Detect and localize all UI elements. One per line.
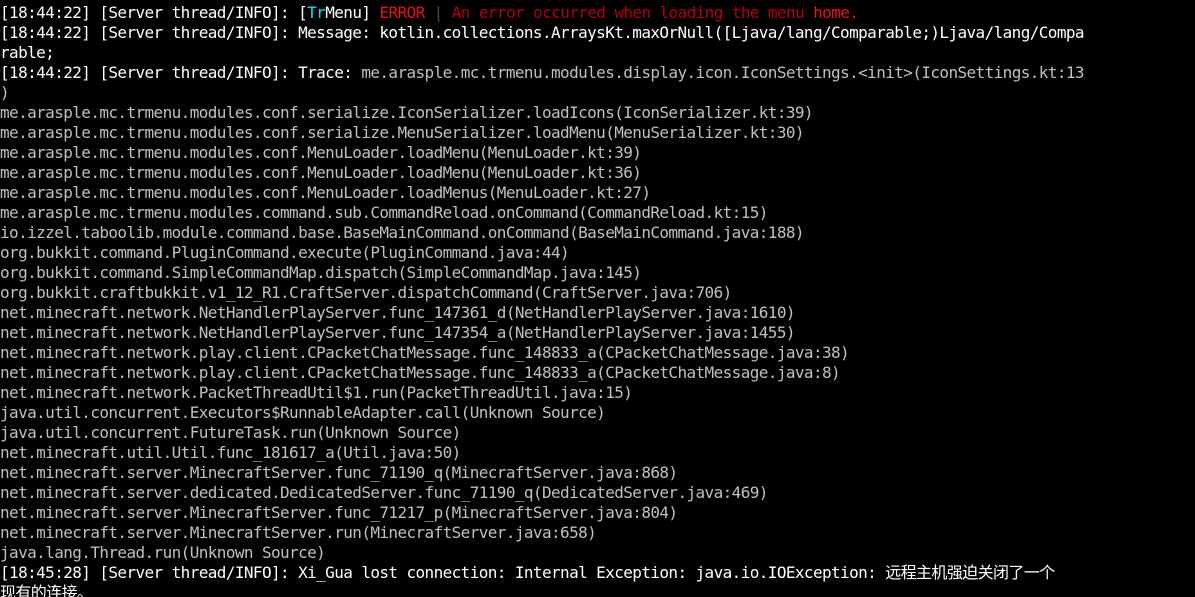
log-line-message: [18:44:22] [Server thread/INFO]: Message… xyxy=(0,23,1085,42)
trace-line: net.minecraft.network.NetHandlerPlayServ… xyxy=(0,303,795,322)
trace-line: net.minecraft.util.Util.func_181617_a(Ut… xyxy=(0,443,461,462)
log-separator: | xyxy=(433,3,444,22)
trace-line: me.arasple.mc.trmenu.modules.conf.MenuLo… xyxy=(0,163,642,182)
log-line-message-wrap: rable; xyxy=(0,43,55,62)
trace-line: me.arasple.mc.trmenu.modules.conf.MenuLo… xyxy=(0,183,651,202)
trace-line: org.bukkit.command.PluginCommand.execute… xyxy=(0,243,570,262)
log-line-disconnect-wrap: 现有的连接。 xyxy=(0,583,93,597)
trace-line: me.arasple.mc.trmenu.modules.conf.serial… xyxy=(0,103,814,122)
log-level-error: ERROR xyxy=(379,3,425,22)
plugin-name-menu: Menu xyxy=(325,3,362,22)
log-line-error-header: [18:44:22] [Server thread/INFO]: [TrMenu… xyxy=(0,3,859,23)
server-console[interactable]: [18:44:22] [Server thread/INFO]: [TrMenu… xyxy=(0,0,1195,597)
log-line-disconnect: [18:45:28] [Server thread/INFO]: Xi_Gua … xyxy=(0,563,1055,582)
trace-line: net.minecraft.network.PacketThreadUtil$1… xyxy=(0,383,633,402)
trace-line: io.izzel.taboolib.module.command.base.Ba… xyxy=(0,223,805,242)
error-period: . xyxy=(849,3,859,22)
trace-line: me.arasple.mc.trmenu.modules.conf.serial… xyxy=(0,123,805,142)
trace-first-frame: me.arasple.mc.trmenu.modules.display.ico… xyxy=(361,63,1084,82)
trace-line: net.minecraft.server.MinecraftServer.fun… xyxy=(0,503,678,522)
log-prefix: [18:44:22] [Server thread/INFO]: xyxy=(0,3,299,22)
plugin-name-tr: Tr xyxy=(307,3,326,22)
trace-line: org.bukkit.craftbukkit.v1_12_R1.CraftSer… xyxy=(0,283,732,302)
trace-line: org.bukkit.command.SimpleCommandMap.disp… xyxy=(0,263,642,282)
trace-line: net.minecraft.server.MinecraftServer.fun… xyxy=(0,463,678,482)
trace-line: me.arasple.mc.trmenu.modules.command.sub… xyxy=(0,203,768,222)
trace-line: me.arasple.mc.trmenu.modules.conf.MenuLo… xyxy=(0,143,642,162)
error-menu-name: home xyxy=(813,3,850,22)
trace-line: java.util.concurrent.Executors$RunnableA… xyxy=(0,403,606,422)
log-line-trace: [18:44:22] [Server thread/INFO]: Trace: … xyxy=(0,63,1085,83)
trace-line: net.minecraft.server.MinecraftServer.run… xyxy=(0,523,597,542)
trace-line: net.minecraft.server.dedicated.Dedicated… xyxy=(0,483,768,502)
trace-line: net.minecraft.network.play.client.CPacke… xyxy=(0,343,850,362)
trace-prefix: [18:44:22] [Server thread/INFO]: Trace: xyxy=(0,63,362,82)
trace-line: net.minecraft.network.NetHandlerPlayServ… xyxy=(0,323,795,342)
trace-line: java.lang.Thread.run(Unknown Source) xyxy=(0,543,326,562)
error-message: An error occurred when loading the menu xyxy=(451,3,814,22)
plugin-bracket-open: [ xyxy=(298,3,308,22)
trace-line-wrap: ) xyxy=(0,83,10,102)
trace-line: net.minecraft.network.play.client.CPacke… xyxy=(0,363,841,382)
trace-line: java.util.concurrent.FutureTask.run(Unkn… xyxy=(0,423,461,442)
